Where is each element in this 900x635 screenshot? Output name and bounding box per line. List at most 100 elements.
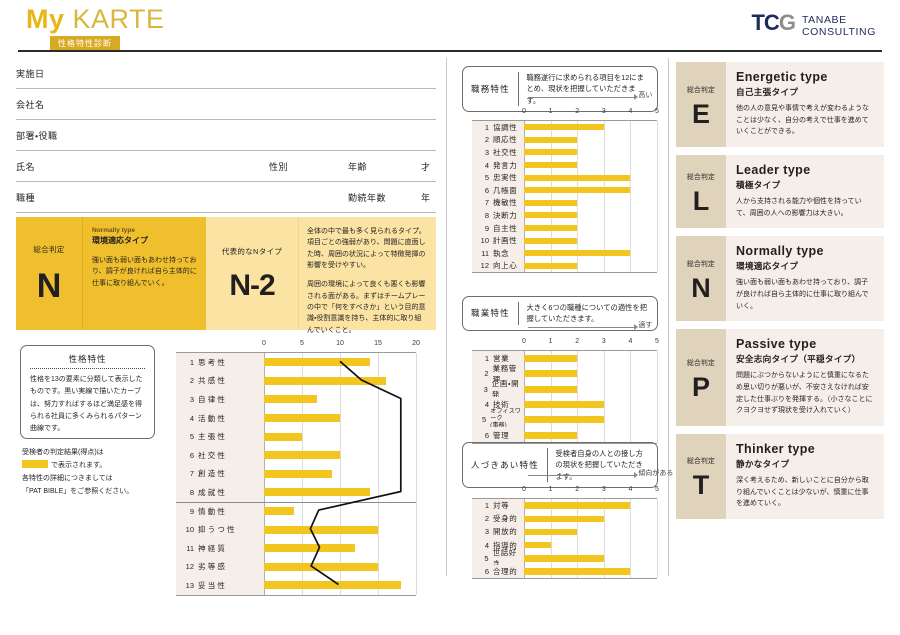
chart-row-name: 自律性 — [198, 394, 228, 404]
chart-row-label: 6 几帳面 — [472, 183, 524, 197]
chart-row: 12 劣等感 — [176, 557, 417, 577]
chart-row: 5 主張性 — [176, 427, 417, 446]
chart-row-label: 7 機敏性 — [472, 196, 524, 210]
job-section-title: 職務特性 — [471, 83, 510, 94]
type-card-list: 総合判定 E Energetic type 自己主張タイプ 他の人の意見や事情で考えが変… — [676, 62, 884, 527]
chart-row-plot — [264, 371, 417, 391]
chart-row-index: 10 — [185, 525, 194, 535]
chart-gridline — [603, 133, 605, 147]
label-name: 氏名 — [16, 161, 36, 172]
chart-gridline — [603, 209, 605, 222]
legend-line-4: 「PAT BIBLE」をご参照ください。 — [22, 487, 134, 495]
chart-gridline — [657, 234, 658, 247]
chart-gridline — [378, 557, 379, 577]
chart-row-label: 10 抑うつ性 — [176, 520, 264, 539]
chart-row-name: 創造性 — [198, 469, 228, 479]
chart-row: 5 オフィスワーク (事務) — [472, 408, 658, 429]
chart-row-name: 成就性 — [198, 487, 228, 497]
chart-gridline — [603, 366, 605, 382]
chart-bar — [524, 212, 578, 219]
type-card-name-ja: 自己主張タイプ — [736, 87, 799, 98]
chart-gridline — [340, 390, 341, 409]
chart-gridline — [577, 525, 579, 539]
chart-gridline — [630, 146, 632, 159]
chart-gridline — [603, 121, 605, 134]
chart-bar — [264, 525, 378, 534]
personality-chart-rows: 1 思考性 2 共感性 3 自律性 4 活動性 5 主張性 6 社交性 7 創造性 8 成就性 9 情動性 10 抑う… — [176, 352, 417, 596]
social-chart-rows: 1 対等 2 受身的 3 開放的 4 指導的 5 世話好き 6 合理的 — [472, 498, 658, 580]
chart-bar — [264, 432, 302, 441]
chart-row-plot — [524, 133, 658, 147]
chart-gridline — [416, 353, 417, 372]
occupation-aptitude-chart: 012345 1 営業 2 業務管理 3 企画・開発 4 技術 5 オフィスワーク (事務) 6 管理 … — [472, 322, 659, 444]
chart-legend: 受検者の判定結果(得点)は で表示されます。 各特性の詳細につきましては 「PA… — [22, 447, 172, 499]
chart-row-name: 妥当性 — [198, 580, 228, 590]
chart-gridline — [630, 538, 632, 552]
label-occupation: 職種 — [16, 192, 36, 203]
chart-row-index: 9 — [484, 223, 489, 233]
occupation-header-separator — [517, 302, 519, 325]
chart-row-name: 情動性 — [198, 506, 228, 516]
chart-gridline — [657, 171, 658, 184]
form-row-company: 会社名 — [16, 89, 436, 120]
type-card-body: Normally type 環境適応タイプ 強い面も弱い面もあわせ持っており、調子が… — [726, 236, 884, 322]
chart-row-plot — [264, 538, 417, 558]
chart-row-plot — [524, 412, 658, 428]
personality-note-title: 性格特性 — [68, 354, 107, 364]
chart-bar — [524, 149, 578, 156]
chart-gridline — [577, 209, 579, 222]
chart-gridline — [657, 412, 658, 428]
my-karte-report-page: My KARTE 性格特性診断 TCG TANABE CONSULTING 実施… — [0, 0, 900, 635]
chart-gridline — [603, 351, 605, 367]
type-card-body: Leader type 積極タイプ 人から支持される能力や個性を持っていて、周囲の人… — [726, 154, 884, 229]
chart-bar — [524, 355, 578, 363]
logo-my-text: My — [26, 4, 65, 34]
chart-gridline — [378, 501, 379, 521]
chart-bar — [264, 376, 386, 385]
chart-gridline — [657, 183, 658, 197]
label-age: 年齢 — [348, 161, 368, 172]
type-card: 総合判定 P Passive type 安全志向タイプ（平穏タイプ） 問題にぶつからない… — [676, 329, 884, 426]
chart-bar — [524, 250, 631, 257]
logo-subtitle-badge: 性格特性診断 — [50, 36, 120, 51]
form-row-name: 氏名 性別 年齢 才 — [16, 151, 436, 182]
chart-row-plot — [524, 564, 658, 579]
type-card-caption: 総合判定 — [687, 359, 715, 367]
chart-row-label: 1 思考性 — [176, 353, 264, 372]
chart-gridline — [657, 351, 658, 367]
axis-direction-label: 高い — [638, 92, 653, 99]
chart-row: 10 抑うつ性 — [176, 520, 417, 539]
chart-row: 2 共感性 — [176, 371, 417, 391]
chart-row-label: 11 神経質 — [176, 538, 264, 558]
chart-row-label: 4 活動性 — [176, 408, 264, 428]
judgement-type-block: Normally type 環境適応タイプ 強い面も弱い面もあわせ持っており、調… — [82, 217, 206, 330]
judgement-type-desc: 強い面も弱い面もあわせ持っており、調子が良ければ自ら主体的に仕事に取り組んでいく… — [92, 257, 197, 287]
chart-gridline — [603, 551, 605, 565]
note-divider — [30, 368, 145, 369]
type-card-name-en: Passive type — [736, 337, 817, 352]
judgement-caption: 総合判定 — [33, 245, 65, 254]
chart-gridline — [577, 427, 579, 443]
chart-gridline — [630, 427, 632, 443]
chart-row-plot — [524, 171, 658, 184]
chart-bar — [524, 401, 604, 409]
job-section-desc: 職務遂行に求められる項目を12にまとめ、現状を把握していただきます。 — [526, 73, 644, 105]
chart-bar — [524, 502, 631, 509]
chart-bar — [264, 469, 333, 478]
chart-row-label: 2 受身的 — [472, 512, 524, 526]
legend-color-chip — [22, 459, 48, 468]
chart-gridline — [603, 259, 605, 273]
chart-gridline — [630, 525, 632, 539]
chart-gridline — [630, 209, 632, 222]
chart-row: 6 合理的 — [472, 564, 658, 579]
chart-gridline — [416, 538, 417, 558]
type-card-letter: E — [691, 98, 710, 129]
personality-note-body: 性格を13の要素に分類して表示したものです。黒い実線で描いたカーブは、努力すれば… — [30, 376, 143, 432]
chart-row-plot — [524, 196, 658, 210]
chart-gridline — [630, 396, 632, 413]
chart-row-plot — [524, 512, 658, 526]
chart-row-label: 1 協調性 — [472, 121, 524, 134]
chart-gridline — [416, 427, 417, 446]
axis-tick-label: 0 — [522, 108, 526, 115]
chart-row-name: 向上心 — [493, 261, 518, 271]
